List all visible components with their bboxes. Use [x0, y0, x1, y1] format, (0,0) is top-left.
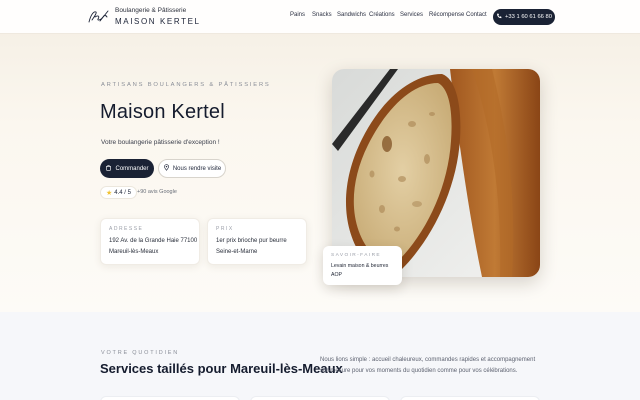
nav-item-creations[interactable]: Créations — [369, 12, 395, 18]
order-button[interactable]: Commander — [100, 159, 154, 178]
address-line: 192 Av. de la Grande Haie 77100 — [109, 238, 198, 244]
rating-badge: ★ 4.4 / 5 — [100, 186, 137, 199]
nav-item-recompense[interactable]: Récompense — [429, 12, 464, 18]
hero-subtitle: Votre boulangerie pâtisserie d'exception… — [101, 139, 220, 146]
site-header: Boulangerie & Pâtisserie MAISON KERTEL P… — [0, 0, 640, 34]
address-label: ADRESSE — [109, 226, 144, 232]
services-title: Services taillés pour Mareuil-lès-Meaux — [100, 361, 343, 376]
prize-line: Seine-et-Marne — [216, 249, 258, 255]
star-icon: ★ — [106, 189, 113, 197]
savoir-faire-line: AOP — [331, 272, 342, 278]
brand-subtitle: Boulangerie & Pâtisserie — [115, 7, 187, 14]
services-background — [0, 312, 640, 400]
services-eyebrow: VOTRE QUOTIDIEN — [101, 350, 180, 356]
service-card — [100, 396, 240, 400]
rating-value: 4.4 / 5 — [114, 189, 131, 196]
savoir-faire-card: SAVOIR-FAIRE Levain maison & beurres AOP — [323, 246, 402, 285]
logo-signature-icon[interactable] — [86, 8, 110, 26]
service-card — [400, 396, 540, 400]
savoir-faire-label: SAVOIR-FAIRE — [331, 253, 382, 258]
services-description-line: sur-mesure pour vos moments du quotidien… — [320, 368, 518, 374]
phone-button[interactable]: +33 1 60 61 66 80 — [493, 9, 555, 25]
hero-eyebrow: ARTISANS BOULANGERS & PÂTISSIERS — [101, 82, 271, 88]
hero-background — [0, 0, 640, 312]
nav-item-snacks[interactable]: Snacks — [312, 12, 332, 18]
nav-item-contact[interactable]: Contact — [466, 12, 487, 18]
location-pin-icon — [163, 164, 170, 173]
prize-label: PRIX — [216, 226, 234, 232]
savoir-faire-line: Levain maison & beurres — [331, 263, 389, 269]
visit-button[interactable]: Nous rendre visite — [158, 159, 226, 178]
nav-item-services[interactable]: Services — [400, 12, 423, 18]
address-card: ADRESSE 192 Av. de la Grande Haie 77100 … — [100, 218, 200, 265]
reviews-count: +90 avis Google — [137, 189, 177, 195]
bag-icon — [105, 164, 112, 173]
prize-card: PRIX 1er prix brioche pur beurre Seine-e… — [207, 218, 307, 265]
visit-button-label: Nous rendre visite — [172, 165, 222, 172]
nav-item-pains[interactable]: Pains — [290, 12, 305, 18]
hero-title: Maison Kertel — [100, 101, 225, 123]
nav-item-sandwichs[interactable]: Sandwichs — [337, 12, 366, 18]
service-card — [250, 396, 390, 400]
order-button-label: Commander — [115, 165, 149, 172]
brand-name[interactable]: MAISON KERTEL — [115, 17, 201, 26]
phone-number: +33 1 60 61 66 80 — [505, 14, 552, 20]
prize-line: 1er prix brioche pur beurre — [216, 238, 287, 244]
phone-icon — [496, 13, 502, 21]
address-line: Mareuil-lès-Meaux — [109, 249, 159, 255]
services-description-line: Nous lions simple : accueil chaleureux, … — [320, 357, 536, 363]
